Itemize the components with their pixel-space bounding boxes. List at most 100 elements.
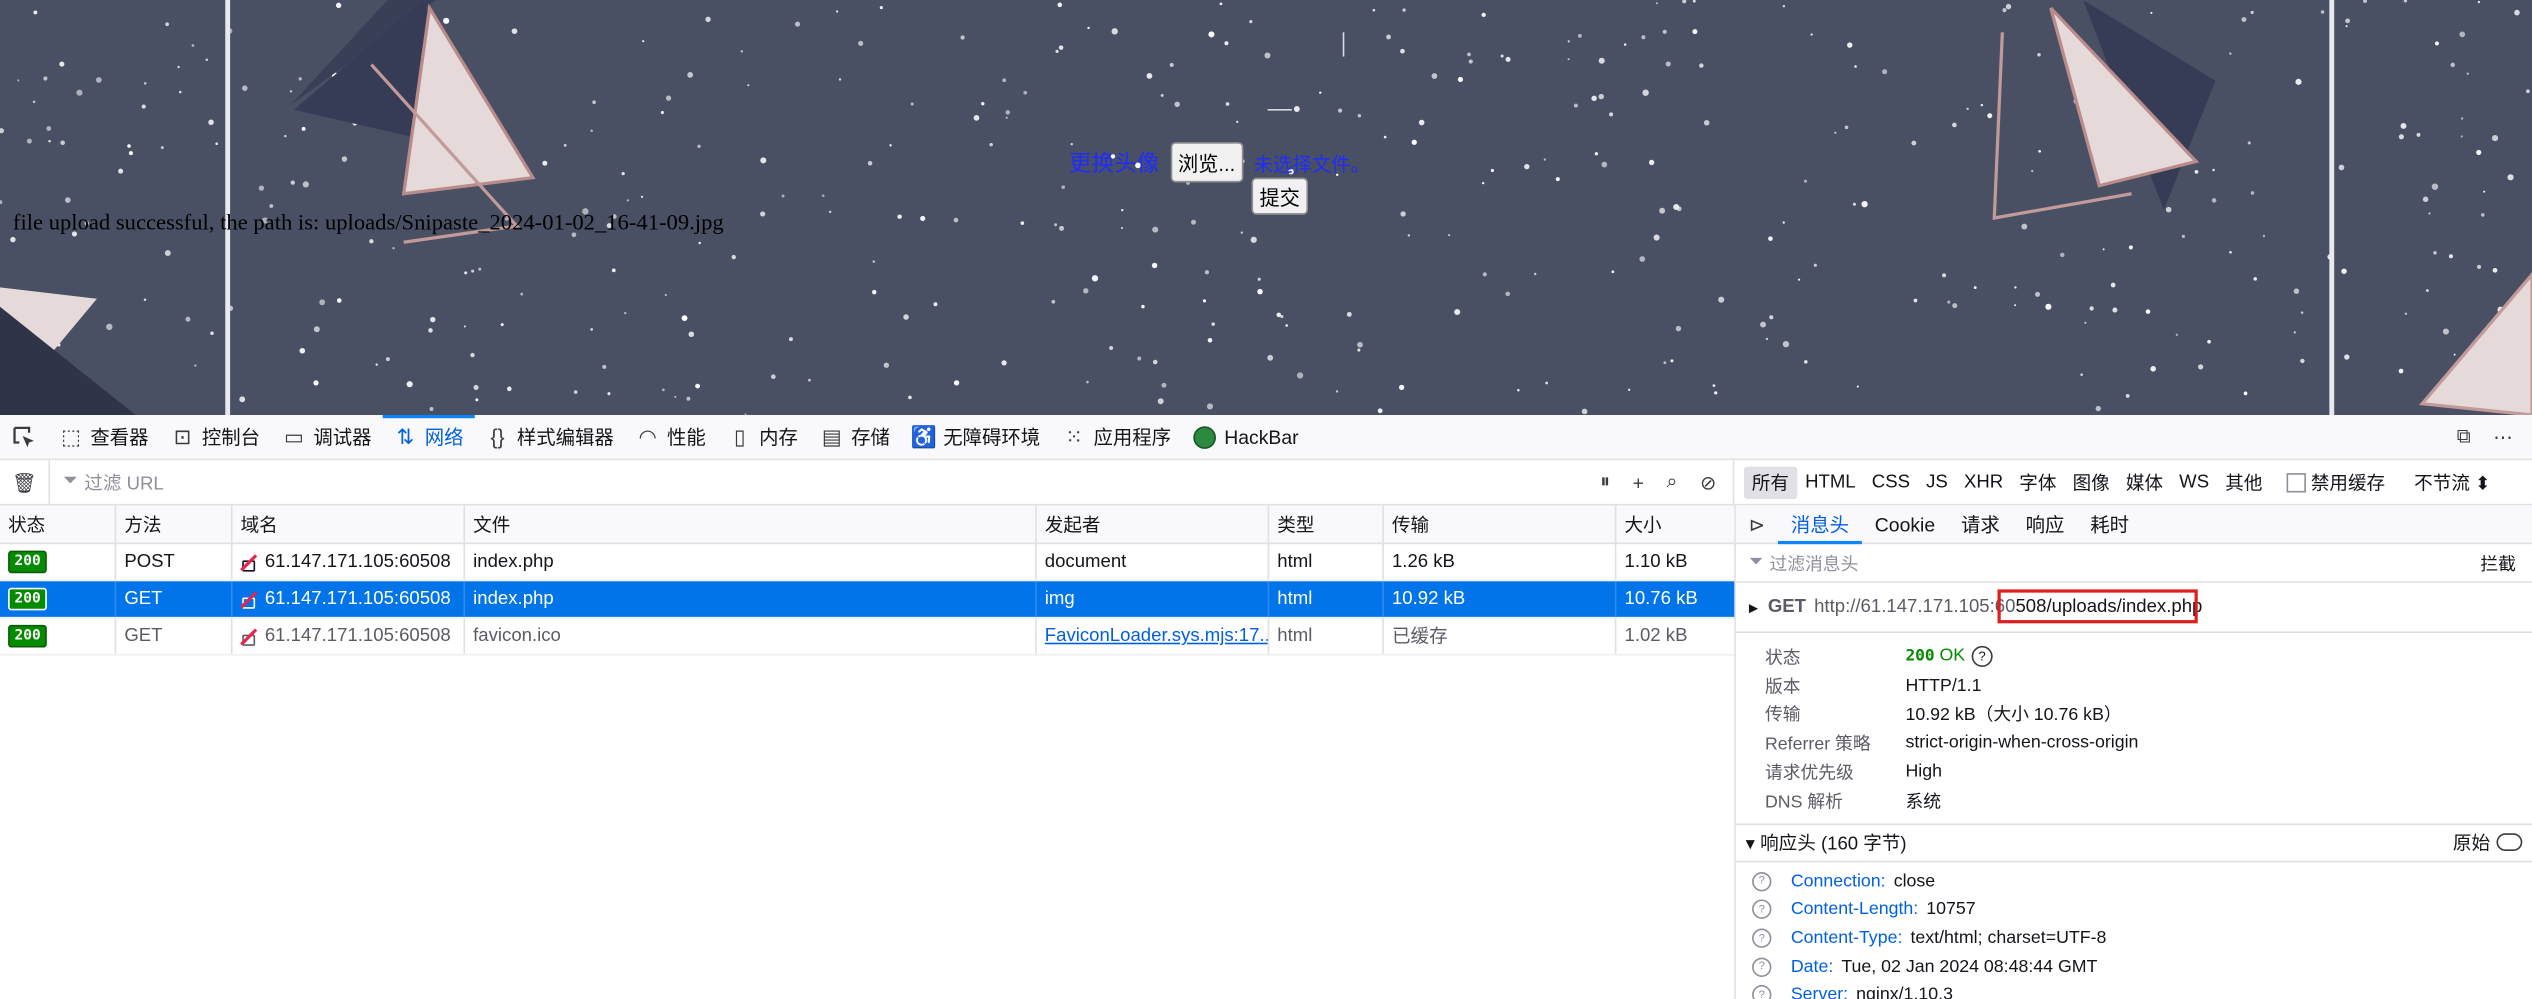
help-icon[interactable]: ? — [1752, 985, 1772, 999]
initiator-link[interactable]: FaviconLoader.sys.mjs:17... — [1045, 627, 1268, 646]
tab-headers[interactable]: 消息头 — [1777, 505, 1862, 545]
help-icon[interactable]: ? — [1752, 871, 1772, 891]
submit-button[interactable]: 提交 — [1251, 177, 1309, 215]
star — [1087, 26, 1090, 30]
tab-timings[interactable]: 耗时 — [2077, 505, 2142, 542]
filter-headers-input[interactable]: ⏷ 过滤消息头 拦截 — [1735, 544, 2532, 583]
star — [1454, 308, 1461, 315]
star — [2526, 89, 2530, 94]
type-filter-ws[interactable]: WS — [2171, 469, 2217, 495]
disable-cache-checkbox[interactable]: 禁用缓存 — [2286, 469, 2385, 495]
help-icon[interactable]: ? — [1752, 899, 1772, 920]
more-options-icon[interactable]: ⋯ — [2493, 425, 2512, 448]
tab-performance[interactable]: ◠ 性能 — [625, 415, 717, 459]
summary-key: 版本 — [1764, 677, 1801, 698]
tab-inspector[interactable]: ⬚ 查看器 — [48, 415, 159, 459]
col-method[interactable]: 方法 — [116, 505, 233, 543]
star — [1655, 2, 1658, 5]
table-row[interactable]: 200 GET 61.147.171.105:60508 favicon.ico… — [0, 618, 1735, 656]
star — [590, 328, 593, 331]
raw-toggle[interactable]: 原始 — [2453, 830, 2523, 856]
cell-file: index.php — [465, 544, 1037, 580]
type-filter-fonts[interactable]: 字体 — [2011, 466, 2064, 498]
col-initiator[interactable]: 发起者 — [1037, 505, 1270, 543]
col-domain[interactable]: 域名 — [233, 505, 466, 543]
type-filter-html[interactable]: HTML — [1797, 469, 1864, 495]
clear-icon[interactable]: 🗑 — [0, 471, 48, 494]
tab-debugger[interactable]: ▭ 调试器 — [271, 415, 382, 459]
type-filter-js[interactable]: JS — [1918, 469, 1956, 495]
star — [406, 381, 413, 388]
tab-cookie[interactable]: Cookie — [1862, 505, 1948, 542]
tab-label: 存储 — [851, 426, 890, 449]
star — [2089, 306, 2094, 311]
tab-request[interactable]: 请求 — [1948, 505, 2013, 542]
storage-icon: ▤ — [821, 423, 842, 449]
star — [2002, 8, 2007, 13]
star — [470, 352, 475, 358]
element-picker-icon[interactable] — [0, 415, 48, 459]
collapse-arrow-icon: ▾ — [1745, 834, 1761, 854]
browse-button[interactable]: 浏览... — [1169, 142, 1244, 183]
col-status[interactable]: 状态 — [0, 505, 117, 543]
filter-url-input[interactable]: ⏷ 过滤 URL — [48, 460, 1580, 504]
star — [1296, 372, 1304, 379]
star — [2442, 328, 2450, 335]
col-size[interactable]: 大小 — [1616, 505, 1734, 542]
star — [2459, 31, 2466, 38]
star — [2014, 286, 2017, 289]
star — [1111, 28, 1118, 35]
col-type[interactable]: 类型 — [1269, 505, 1384, 543]
block-button[interactable]: 拦截 — [2480, 550, 2516, 576]
star — [1913, 298, 1918, 303]
star — [2466, 72, 2469, 76]
type-filter-all[interactable]: 所有 — [1743, 465, 1797, 499]
throttle-select[interactable]: 不节流 ⬍ — [2414, 469, 2490, 495]
request-url-line[interactable]: ▸ GET http://61.147.171.105:60 508/upload… — [1735, 583, 2532, 633]
type-filter-xhr[interactable]: XHR — [1956, 469, 2011, 495]
section-title: 响应头 (160 字节) — [1760, 834, 1907, 854]
col-file[interactable]: 文件 — [465, 505, 1037, 543]
tab-network[interactable]: ⇅ 网络 — [382, 415, 475, 459]
type-filter-media[interactable]: 媒体 — [2118, 466, 2171, 498]
star — [471, 269, 475, 273]
type-filter-other[interactable]: 其他 — [2217, 466, 2270, 498]
col-transferred[interactable]: 传输 — [1384, 505, 1617, 543]
tab-accessibility[interactable]: ♿ 无障碍环境 — [901, 415, 1051, 459]
tab-console[interactable]: ⊡ 控制台 — [160, 415, 271, 459]
help-icon[interactable]: ? — [1971, 646, 1993, 668]
hero-background: 更换头像 浏览... 未选择文件。 提交 file upload success… — [0, 0, 2532, 415]
star — [1952, 122, 1957, 128]
help-icon[interactable]: ? — [1752, 957, 1772, 977]
tab-memory[interactable]: ▯ 内存 — [717, 415, 809, 459]
star — [430, 316, 436, 323]
star — [2247, 141, 2251, 145]
star — [1468, 59, 1473, 64]
request-method: GET — [1767, 597, 1807, 617]
add-icon[interactable]: + — [1633, 471, 1644, 494]
tab-hackbar[interactable]: HackBar — [1182, 415, 1310, 459]
tab-style-editor[interactable]: {} 样式编辑器 — [475, 415, 625, 459]
star — [1505, 56, 1511, 62]
type-filter-css[interactable]: CSS — [1864, 469, 1918, 495]
pause-icon[interactable]: ⏸ — [1600, 470, 1610, 494]
star — [520, 292, 524, 296]
tab-response[interactable]: 响应 — [2013, 505, 2078, 542]
tab-application[interactable]: ⁙ 应用程序 — [1051, 415, 1182, 459]
star — [239, 396, 246, 403]
table-row-selected[interactable]: 200 GET 61.147.171.105:60508 index.php i… — [0, 581, 1735, 619]
sidebar-toggle-icon[interactable]: ⊳ — [1736, 513, 1778, 536]
star — [740, 50, 744, 53]
block-icon[interactable]: ⊘ — [1700, 471, 1716, 494]
star — [2145, 309, 2151, 314]
help-icon[interactable]: ? — [1752, 928, 1772, 948]
star — [2229, 52, 2232, 55]
search-icon[interactable]: ⌕ — [1667, 470, 1678, 494]
dock-icon[interactable]: ⧉ — [2457, 425, 2471, 449]
response-headers-section[interactable]: ▾ 响应头 (160 字节) 原始 — [1735, 823, 2532, 862]
star — [1001, 360, 1007, 366]
table-row[interactable]: 200 POST 61.147.171.105:60508 index.php … — [0, 544, 1735, 582]
tab-storage[interactable]: ▤ 存储 — [809, 415, 901, 459]
type-filter-images[interactable]: 图像 — [2065, 466, 2118, 498]
star — [2112, 307, 2118, 313]
